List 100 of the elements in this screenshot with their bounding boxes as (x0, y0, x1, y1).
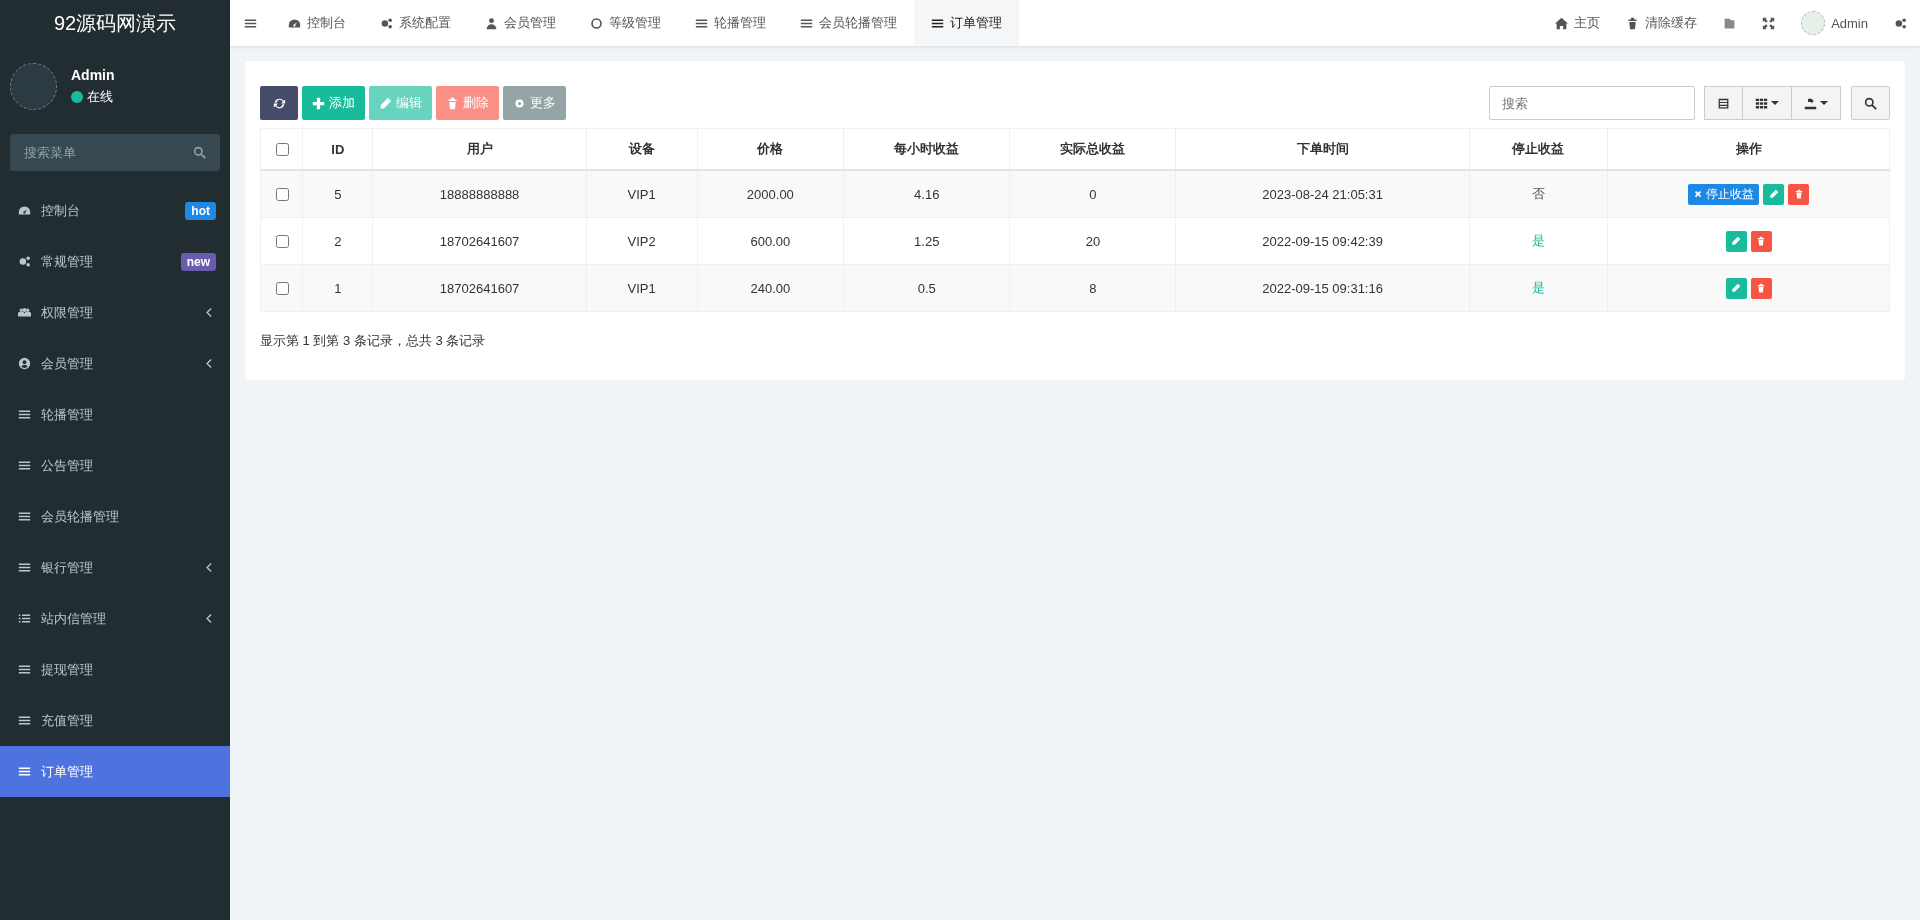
header-link[interactable]: 清除缓存 (1613, 0, 1711, 46)
select-all-checkbox[interactable] (275, 142, 289, 156)
column-header: 用户 (466, 141, 493, 156)
dashboard-icon (288, 16, 301, 30)
pencil-icon (1731, 283, 1742, 293)
row-checkbox[interactable] (275, 234, 289, 248)
column-header: 设备 (628, 141, 655, 156)
sidebar-item[interactable]: 提现管理 (0, 644, 230, 695)
nav-tab[interactable]: 会员管理 (468, 0, 573, 46)
avatar (10, 62, 57, 110)
table-cell: VIP2 (627, 233, 656, 249)
edit-button[interactable] (1725, 277, 1747, 299)
nav-tab[interactable]: 订单管理 (914, 0, 1019, 46)
table-cell: 2022-09-15 09:31:16 (1262, 280, 1383, 296)
table-cell: 240.00 (750, 280, 791, 296)
sidebar-item[interactable]: 控制台 hot (0, 185, 230, 236)
home-icon (1555, 16, 1569, 30)
menu-icon (244, 16, 257, 30)
table-cell: 1.25 (914, 233, 940, 249)
column-header: 实际总收益 (1060, 141, 1126, 156)
menu-lines-icon (18, 510, 31, 523)
nav-tab[interactable]: 等级管理 (573, 0, 678, 46)
circle-icon (590, 16, 603, 30)
table-cell: 2023-08-24 21:05:31 (1262, 186, 1383, 202)
header-link[interactable]: 主页 (1542, 0, 1614, 46)
export-icon (1804, 96, 1817, 110)
export-button[interactable] (1791, 86, 1841, 120)
delete-button[interactable] (1788, 183, 1810, 205)
table-cell: 0.5 (917, 280, 936, 296)
table-cell: 否 (1531, 186, 1545, 201)
close-icon (1693, 189, 1704, 199)
table-cell: 18888888888 (439, 186, 520, 202)
table-icon (1717, 96, 1730, 110)
pencil-icon (1768, 189, 1779, 199)
more-icon (513, 96, 526, 110)
sidebar-item[interactable]: 权限管理 (0, 287, 230, 338)
search-icon (193, 146, 206, 159)
sidebar-item[interactable]: 公告管理 (0, 440, 230, 491)
sidebar-item[interactable]: 订单管理 (0, 746, 230, 797)
delete-button[interactable] (1750, 277, 1772, 299)
nav-tab[interactable]: 会员轮播管理 (783, 0, 914, 46)
edit-icon (379, 96, 392, 110)
menu-lines-icon (18, 408, 31, 421)
user-name: Admin (71, 66, 115, 83)
stop-income-button[interactable]: 停止收益 (1688, 183, 1760, 205)
menu-lines-icon (18, 714, 31, 727)
delete-button[interactable] (1750, 230, 1772, 252)
menu-lines-icon (18, 561, 31, 574)
table-cell: 2 (334, 233, 342, 249)
table-cell: 600.00 (750, 233, 791, 249)
sidebar-item[interactable]: 会员轮播管理 (0, 491, 230, 542)
nav-tab[interactable]: 轮播管理 (678, 0, 783, 46)
column-header: 停止收益 (1512, 141, 1565, 156)
table-cell: VIP1 (627, 186, 656, 202)
edit-button[interactable] (1763, 183, 1785, 205)
sidebar-item[interactable]: 银行管理 (0, 542, 230, 593)
user-menu[interactable]: Admin (1788, 0, 1881, 46)
table-view-button[interactable] (1704, 86, 1743, 120)
trash-icon (1793, 189, 1804, 199)
table-cell: 20 (1085, 233, 1101, 249)
column-header: 价格 (757, 141, 784, 156)
user-status: 在线 (87, 87, 113, 106)
column-header: ID (331, 141, 345, 157)
sidebar-item[interactable]: 会员管理 (0, 338, 230, 389)
edit-button[interactable] (1725, 230, 1747, 252)
sidebar-item[interactable]: 常规管理 new (0, 236, 230, 287)
pencil-icon (1731, 236, 1742, 246)
menu-badge: hot (185, 201, 216, 220)
sidebar-item[interactable]: 站内信管理 (0, 593, 230, 644)
delete-icon (446, 96, 459, 110)
user-icon (485, 16, 498, 30)
search-icon (1864, 96, 1877, 110)
menu-lines-icon (931, 16, 944, 30)
table-cell: 2000.00 (746, 186, 794, 202)
table-cell: 4.16 (914, 186, 940, 202)
table-cell: VIP1 (627, 280, 656, 296)
refresh-button[interactable] (260, 86, 298, 120)
users-icon (18, 306, 31, 319)
refresh-icon (272, 96, 286, 110)
row-checkbox[interactable] (275, 187, 289, 201)
sidebar-item[interactable]: 充值管理 (0, 695, 230, 746)
column-header: 下单时间 (1296, 141, 1349, 156)
nav-tab[interactable]: 控制台 (271, 0, 363, 46)
table-cell: 1 (334, 280, 342, 296)
column-header: 操作 (1735, 141, 1762, 156)
table-cell: 2022-09-15 09:42:39 (1262, 233, 1383, 249)
menu-lines-icon (18, 663, 31, 676)
row-checkbox[interactable] (275, 281, 289, 295)
table-cell: 18702641607 (439, 233, 520, 249)
avatar (1801, 11, 1826, 35)
table-cell: 8 (1089, 280, 1097, 296)
pagination-summary: 显示第 1 到第 3 条记录，总共 3 条记录 (260, 332, 487, 350)
table-cell: 0 (1089, 186, 1097, 202)
menu-search-field[interactable]: 搜索菜单 (10, 134, 220, 171)
nav-tab[interactable]: 系统配置 (363, 0, 468, 46)
add-icon (312, 96, 325, 110)
sidebar-item[interactable]: 轮播管理 (0, 389, 230, 440)
search-button[interactable] (1851, 86, 1890, 120)
search-field[interactable]: 搜索 (1489, 86, 1695, 120)
columns-button[interactable] (1742, 86, 1792, 120)
